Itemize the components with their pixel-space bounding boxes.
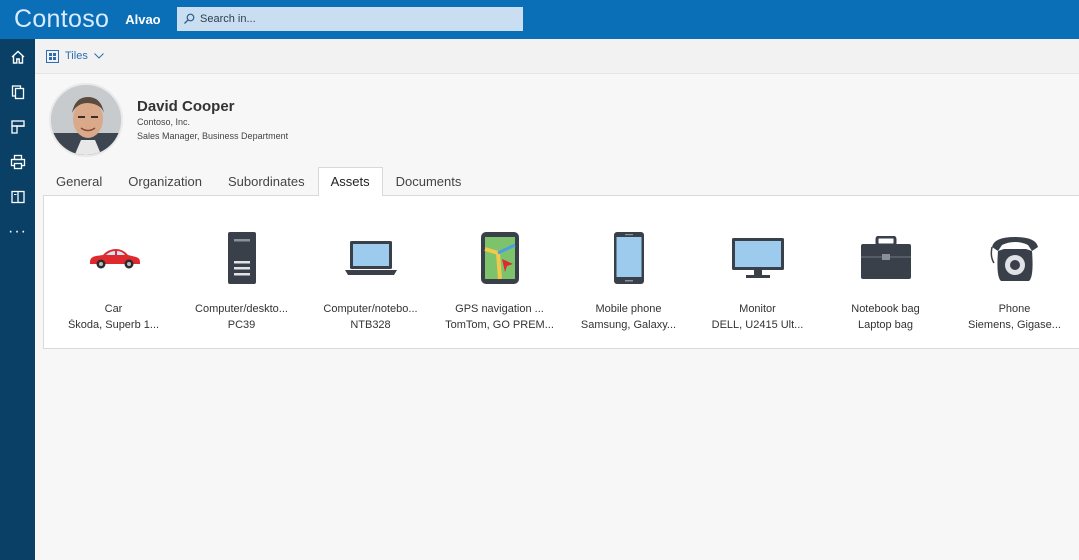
asset-name: Samsung, Galaxy... (580, 319, 677, 331)
chevron-down-icon (93, 53, 104, 59)
tab-organization[interactable]: Organization (115, 167, 215, 196)
mobile-phone-icon (613, 232, 644, 284)
monitor-icon (731, 238, 784, 278)
asset-type: Notebook bag (851, 303, 920, 315)
toolbar: Tiles (35, 39, 1079, 74)
tiles-icon (46, 49, 59, 63)
view-mode-dropdown[interactable]: Tiles (46, 49, 104, 63)
tab-assets[interactable]: Assets (317, 167, 383, 196)
asset-tile-gps[interactable]: GPS navigation ... TomTom, GO PREM... (435, 226, 564, 336)
asset-name: Škoda, Superb 1... (67, 319, 160, 331)
more-icon: ··· (8, 222, 27, 240)
asset-tile-car[interactable]: Car Škoda, Superb 1... (49, 226, 178, 336)
asset-name: NTB328 (350, 319, 391, 331)
nav-more[interactable]: ··· (0, 214, 35, 249)
brand-logo[interactable]: Contoso (14, 0, 109, 39)
asset-name: Laptop bag (857, 319, 914, 331)
car-icon (89, 249, 140, 269)
asset-tile-mobile[interactable]: Mobile phone Samsung, Galaxy... (564, 226, 693, 336)
asset-tile-notebook-bag[interactable]: Notebook bag Laptop bag (821, 226, 950, 336)
asset-type: Computer/deskto... (195, 303, 288, 315)
nav-documents[interactable] (0, 74, 35, 109)
nav-book[interactable] (0, 179, 35, 214)
asset-type: Mobile phone (595, 303, 662, 315)
layout-icon (10, 119, 25, 134)
tab-subordinates[interactable]: Subordinates (215, 167, 318, 196)
avatar (49, 83, 123, 157)
asset-tile-monitor[interactable]: Monitor DELL, U2415 Ult... (693, 226, 822, 336)
asset-type: GPS navigation ... (455, 303, 544, 315)
asset-type: Car (104, 303, 123, 315)
top-bar: Contoso Alvao (0, 0, 1079, 39)
nav-layout[interactable] (0, 109, 35, 144)
home-icon (11, 50, 24, 64)
desktop-computer-icon (227, 232, 256, 284)
tab-documents[interactable]: Documents (383, 167, 475, 196)
documents-icon (11, 84, 24, 99)
gps-navigation-icon (480, 232, 519, 284)
asset-name: TomTom, GO PREM... (445, 319, 554, 331)
phone-icon (990, 237, 1038, 281)
search-icon (184, 13, 195, 24)
person-name: David Cooper (137, 98, 235, 115)
person-company: Contoso, Inc. (137, 117, 191, 127)
nav-printer[interactable] (0, 144, 35, 179)
asset-name: PC39 (227, 319, 256, 331)
profile-tabs: General Organization Subordinates Assets… (43, 167, 474, 196)
assets-panel: Car Škoda, Superb 1... Computer/deskto..… (43, 195, 1079, 349)
asset-name: Siemens, Gigase... (968, 319, 1061, 331)
tab-general[interactable]: General (43, 167, 115, 196)
asset-name: DELL, U2415 Ult... (711, 319, 804, 331)
book-icon (10, 190, 25, 203)
left-nav: ··· (0, 39, 35, 560)
asset-tile-desktop[interactable]: Computer/deskto... PC39 (177, 226, 306, 336)
asset-tile-notebook[interactable]: Computer/notebo... NTB328 (306, 226, 435, 336)
avatar-photo (51, 85, 121, 155)
asset-type: Computer/notebo... (323, 303, 418, 315)
asset-tile-phone[interactable]: Phone Siemens, Gigase... (950, 226, 1079, 336)
asset-type: Phone (998, 303, 1031, 315)
printer-icon (10, 154, 25, 169)
notebook-bag-icon (860, 236, 911, 279)
nav-home[interactable] (0, 39, 35, 74)
asset-type: Monitor (739, 303, 776, 315)
laptop-icon (344, 241, 397, 275)
search-input[interactable] (200, 13, 500, 25)
search-box[interactable] (177, 7, 523, 31)
person-title: Sales Manager, Business Department (137, 131, 289, 141)
view-mode-label: Tiles (65, 50, 88, 62)
product-name[interactable]: Alvao (125, 12, 160, 27)
